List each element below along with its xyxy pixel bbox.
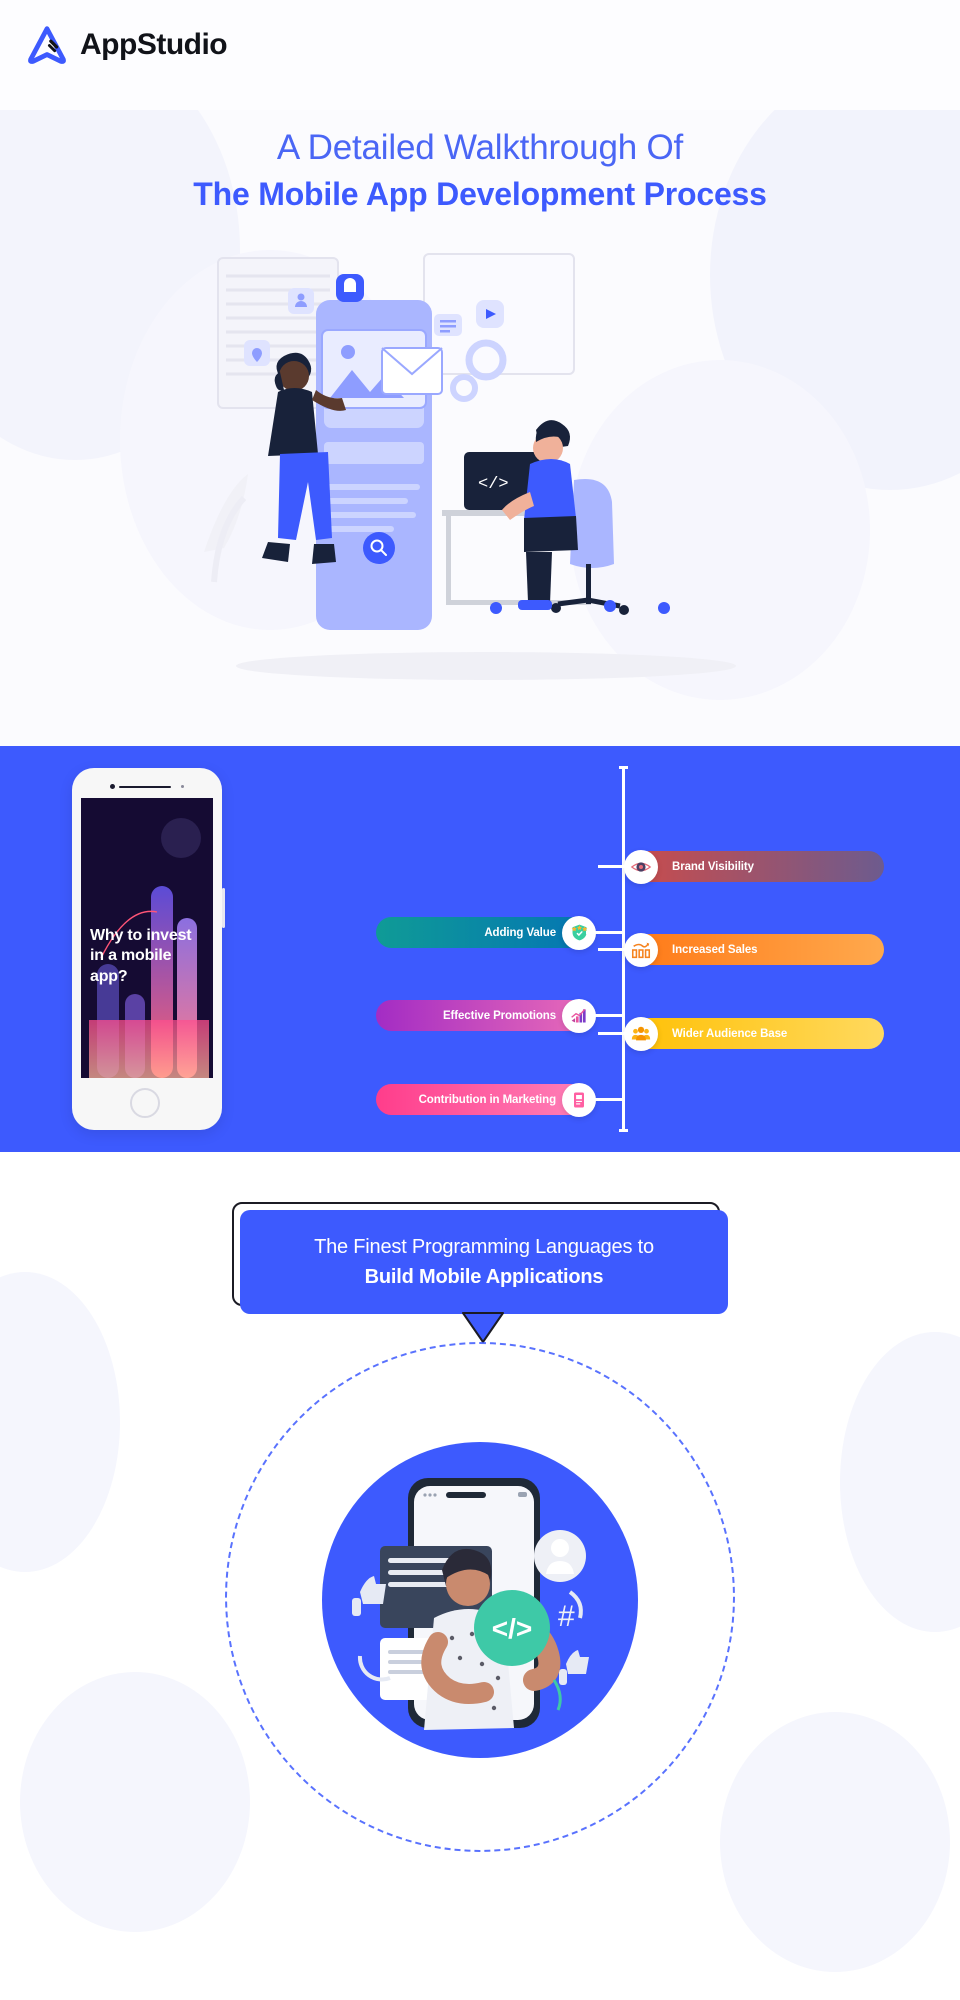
- benefit-pill-brand-visibility[interactable]: Brand Visibility: [624, 849, 884, 884]
- hero-section: AppStudio A Detailed Walkthrough Of The …: [0, 0, 960, 746]
- languages-section: The Finest Programming Languages to Buil…: [0, 1152, 960, 2000]
- phone-home-button: [130, 1088, 160, 1118]
- page-title-line1: A Detailed Walkthrough Of: [276, 128, 684, 167]
- svg-text:</>: </>: [478, 475, 509, 494]
- phone-speaker: [110, 784, 184, 789]
- phone-screen-heading: Why to invest in a mobile app?: [90, 927, 192, 985]
- connector-line: [598, 1032, 626, 1035]
- invest-section: Why to invest in a mobile app? Adding Va…: [0, 746, 960, 1152]
- center-illustration: </> #: [322, 1442, 638, 1758]
- benefit-pill-label: Increased Sales: [672, 943, 758, 956]
- benefit-pill-increased-sales[interactable]: Increased Sales: [624, 932, 884, 967]
- benefit-pill-label: Contribution in Marketing: [418, 1093, 557, 1106]
- banner-line2: Build Mobile Applications: [364, 1265, 604, 1288]
- appstudio-arrow-logo-icon: [24, 22, 70, 68]
- phone-side-button: [222, 888, 225, 928]
- decorative-blob: [720, 1712, 950, 1972]
- sales-growth-icon: [624, 932, 658, 967]
- page-title: A Detailed Walkthrough Of The Mobile App…: [0, 126, 960, 215]
- connector-line: [598, 865, 626, 868]
- benefit-pill-label: Wider Audience Base: [672, 1027, 788, 1040]
- phone-screen: Why to invest in a mobile app?: [81, 798, 213, 1078]
- banner-line1: The Finest Programming Languages to: [314, 1235, 654, 1258]
- connector-line: [586, 1098, 624, 1101]
- benefit-pill-label: Adding Value: [484, 926, 556, 939]
- connector-line: [586, 1014, 624, 1017]
- connector-line: [586, 931, 624, 934]
- svg-text:#: #: [558, 1600, 575, 1633]
- decorative-blob: [20, 1672, 250, 1932]
- benefit-pill-wider-audience-base[interactable]: Wider Audience Base: [624, 1016, 884, 1051]
- benefit-pill-label: Effective Promotions: [442, 1009, 556, 1022]
- eye-icon: [624, 849, 658, 884]
- languages-banner: The Finest Programming Languages to Buil…: [232, 1202, 728, 1343]
- connector-line: [598, 948, 626, 951]
- benefit-pill-label: Brand Visibility: [672, 860, 754, 873]
- hero-illustration: </>: [196, 252, 756, 702]
- brand-logo[interactable]: AppStudio: [24, 22, 228, 68]
- decorative-blob: [840, 1332, 960, 1632]
- phone-mockup: Why to invest in a mobile app?: [72, 768, 225, 1130]
- banner-tail: [462, 1312, 504, 1344]
- people-group-icon: [624, 1016, 658, 1051]
- banner-box: The Finest Programming Languages to Buil…: [240, 1210, 728, 1314]
- svg-text:</>: </>: [492, 1613, 532, 1644]
- benefit-pill-contribution-in-marketing[interactable]: Contribution in Marketing: [376, 1082, 596, 1117]
- decorative-blob: [0, 1272, 120, 1572]
- page-title-line2: The Mobile App Development Process: [193, 175, 767, 212]
- benefit-pill-adding-value[interactable]: Adding Value: [376, 915, 596, 950]
- brand-name: AppStudio: [80, 28, 228, 61]
- benefit-pill-effective-promotions[interactable]: Effective Promotions: [376, 998, 596, 1033]
